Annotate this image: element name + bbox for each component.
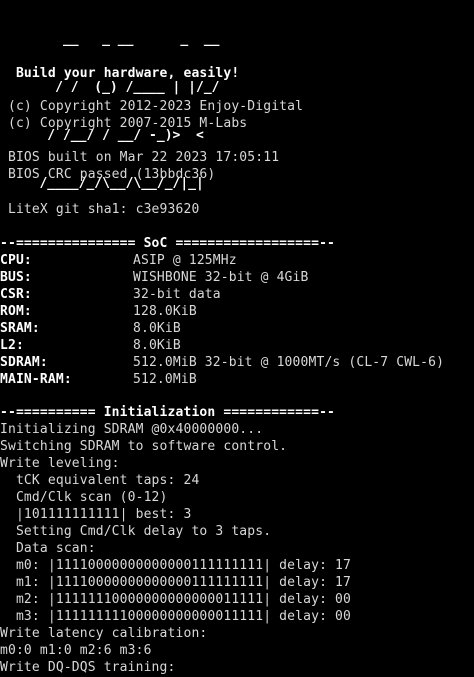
soc-header: --=============== SoC ==================… xyxy=(0,236,336,251)
soc-value: ASIP @ 125MHz xyxy=(133,253,237,268)
log-line: Setting Cmd/Clk delay to 3 taps. xyxy=(0,524,272,539)
log-line: m3: |11111111100000000000011111| delay: … xyxy=(0,609,351,624)
copyright-line: (c) Copyright 2007-2015 M-Labs xyxy=(0,116,248,131)
soc-row: ROM: 128.0KiB xyxy=(0,303,197,320)
soc-key: SDRAM: xyxy=(0,355,48,370)
log-line: m1: |11110000000000000111111111| delay: … xyxy=(0,575,351,590)
log-line: Initializing SDRAM @0x40000000... xyxy=(0,422,264,437)
logo-line: __ _ __ _ __ xyxy=(16,32,220,47)
soc-value: 32-bit data xyxy=(133,287,221,302)
soc-value: WISHBONE 32-bit @ 4GiB xyxy=(133,270,309,285)
terminal-window[interactable]: __ _ __ _ __ / / (_) /____ | |/_/ / /__/… xyxy=(0,0,474,677)
bios-build-line: BIOS built on Mar 22 2023 17:05:11 xyxy=(0,150,280,165)
git-sha-line: LiteX git sha1: c3e93620 xyxy=(0,202,200,217)
log-line: m0: |11110000000000000111111111| delay: … xyxy=(0,558,351,573)
log-line: m2: |11111110000000000000011111| delay: … xyxy=(0,592,351,607)
soc-row: CSR: 32-bit data xyxy=(0,286,221,303)
soc-row: SRAM: 8.0KiB xyxy=(0,320,181,337)
soc-row: L2: 8.0KiB xyxy=(0,337,181,354)
soc-row: SDRAM: 512.0MiB 32-bit @ 1000MT/s (CL-7 C… xyxy=(0,354,444,371)
soc-value: 8.0KiB xyxy=(133,338,181,353)
soc-key: CSR: xyxy=(0,287,32,302)
logo-line: / / (_) /____ | |/_/ xyxy=(16,80,220,95)
soc-row: MAIN-RAM: 512.0MiB xyxy=(0,371,197,388)
soc-value: 8.0KiB xyxy=(133,321,181,336)
soc-key: SRAM: xyxy=(0,321,40,336)
soc-value: 512.0MiB xyxy=(133,372,197,387)
log-line: tCK equivalent taps: 24 xyxy=(0,473,200,488)
soc-key: MAIN-RAM: xyxy=(0,372,72,387)
log-line: Switching SDRAM to software control. xyxy=(0,439,288,454)
init-header: --========== Initialization ============… xyxy=(0,405,336,420)
log-line: Data scan: xyxy=(0,541,96,556)
log-line: m0:0 m1:0 m2:6 m3:6 xyxy=(0,643,152,658)
tagline: Build your hardware, easily! xyxy=(0,66,240,81)
soc-key: BUS: xyxy=(0,270,32,285)
soc-row: BUS: WISHBONE 32-bit @ 4GiB xyxy=(0,269,308,286)
bios-crc-line: BIOS CRC passed (13bbdc36) xyxy=(0,167,216,182)
soc-key: L2: xyxy=(0,338,24,353)
log-line: Write DQ-DQS training: xyxy=(0,660,176,675)
log-line: Write latency calibration: xyxy=(0,626,208,641)
soc-row: CPU: ASIP @ 125MHz xyxy=(0,252,237,269)
log-line: Write leveling: xyxy=(0,456,120,471)
soc-key: ROM: xyxy=(0,304,32,319)
log-line: Cmd/Clk scan (0-12) xyxy=(0,490,168,505)
copyright-line: (c) Copyright 2012-2023 Enjoy-Digital xyxy=(0,99,304,114)
soc-key: CPU: xyxy=(0,253,32,268)
soc-value: 512.0MiB 32-bit @ 1000MT/s (CL-7 CWL-6) xyxy=(133,355,445,370)
log-line: |101111111111| best: 3 xyxy=(0,507,192,522)
soc-value: 128.0KiB xyxy=(133,304,197,319)
